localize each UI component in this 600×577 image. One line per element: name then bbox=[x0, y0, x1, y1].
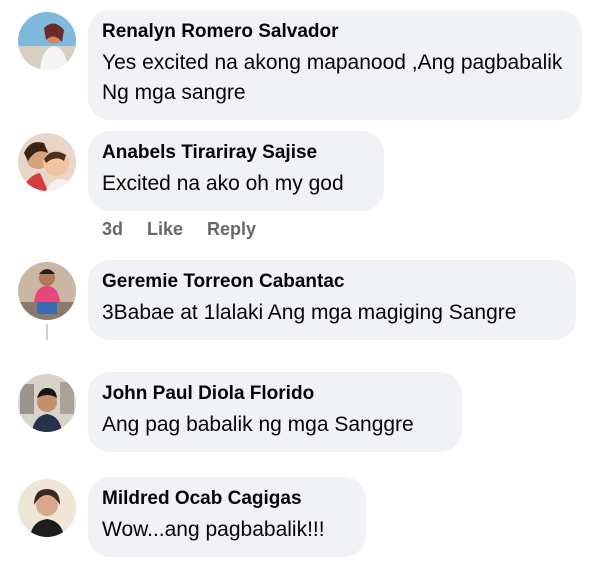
avatar[interactable] bbox=[18, 133, 76, 191]
woman-selfie-avatar-icon bbox=[18, 479, 76, 537]
comment-text: Yes excited na akong mapanood ,Ang pagba… bbox=[102, 51, 563, 104]
like-button[interactable]: Like bbox=[147, 219, 183, 240]
comment-text: Excited na ako oh my god bbox=[102, 172, 344, 195]
comment-timestamp[interactable]: 3d bbox=[102, 219, 123, 240]
comment-actions: 3d Like Reply bbox=[102, 219, 256, 240]
person-pink-shirt-avatar-icon bbox=[18, 262, 76, 320]
person-beach-avatar-icon bbox=[18, 12, 76, 70]
comment-author[interactable]: Anabels Tirariray Sajise bbox=[102, 141, 368, 165]
comment-text: Wow...ang pagbabalik!!! bbox=[102, 518, 325, 541]
mother-child-avatar-icon bbox=[18, 133, 76, 191]
avatar[interactable] bbox=[18, 479, 76, 537]
thread-line bbox=[46, 324, 48, 340]
comment-bubble: Anabels Tirariray Sajise Excited na ako … bbox=[88, 131, 384, 211]
comment-bubble: John Paul Diola Florido Ang pag babalik … bbox=[88, 372, 462, 452]
comment-text: 3Babae at 1lalaki Ang mga magiging Sangr… bbox=[102, 301, 517, 324]
comment-author[interactable]: Mildred Ocab Cagigas bbox=[102, 487, 350, 511]
comment-bubble: Mildred Ocab Cagigas Wow...ang pagbabali… bbox=[88, 477, 366, 557]
comment-author[interactable]: Geremie Torreon Cabantac bbox=[102, 270, 560, 294]
comment-author[interactable]: Renalyn Romero Salvador bbox=[102, 20, 566, 44]
avatar[interactable] bbox=[18, 12, 76, 70]
young-man-avatar-icon bbox=[18, 374, 76, 432]
reply-button[interactable]: Reply bbox=[207, 219, 256, 240]
comment-bubble: Geremie Torreon Cabantac 3Babae at 1lala… bbox=[88, 260, 576, 340]
avatar[interactable] bbox=[18, 262, 76, 320]
avatar[interactable] bbox=[18, 374, 76, 432]
comment-author[interactable]: John Paul Diola Florido bbox=[102, 382, 446, 406]
comment-text: Ang pag babalik ng mga Sanggre bbox=[102, 413, 414, 436]
comment-bubble: Renalyn Romero Salvador Yes excited na a… bbox=[88, 10, 582, 120]
